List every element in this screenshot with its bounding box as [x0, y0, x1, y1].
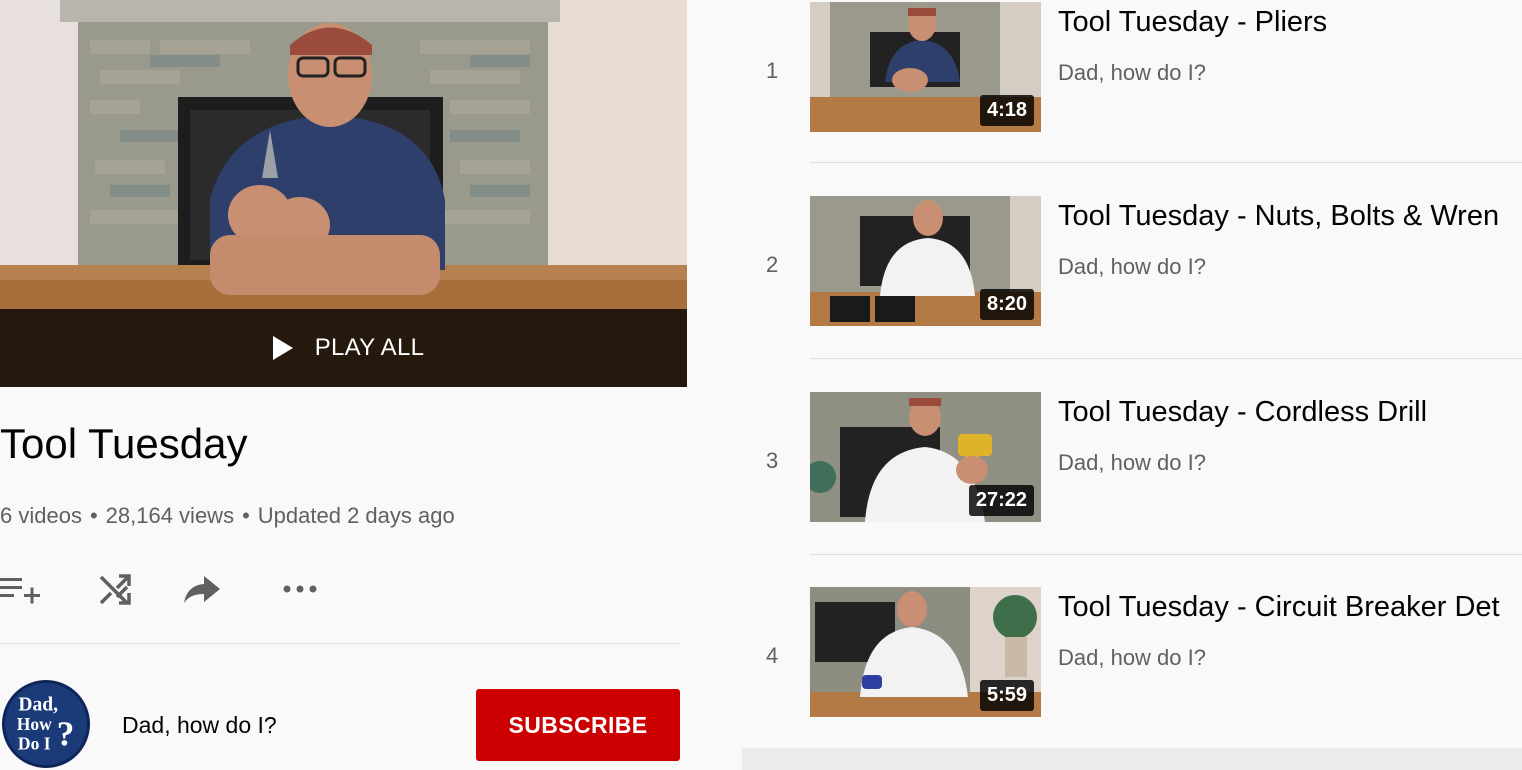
channel-avatar[interactable]: Dad, How Do I ?: [2, 680, 90, 768]
svg-text:Do I: Do I: [18, 733, 51, 753]
svg-text:How: How: [17, 714, 52, 734]
list-footer-strip: [742, 748, 1522, 770]
playlist-video-item[interactable]: 1 4:18 Tool Tuesday - Pliers Dad, how do…: [742, 2, 1522, 138]
video-channel[interactable]: Dad, how do I?: [1058, 645, 1206, 671]
video-channel[interactable]: Dad, how do I?: [1058, 254, 1206, 280]
play-all-bar[interactable]: PLAY ALL: [0, 309, 687, 387]
playlist-video-item[interactable]: 4 5:59 Tool Tuesday - Circuit Breaker De…: [742, 587, 1522, 723]
stats-separator: •: [89, 503, 98, 528]
video-index: 3: [766, 448, 779, 473]
add-to-queue-icon: [0, 578, 40, 604]
playlist-page: PLAY ALL Tool Tuesday 6 videos • 28,164 vi…: [0, 0, 1522, 770]
share-icon: [184, 576, 220, 603]
updated-time: Updated 2 days ago: [257, 503, 455, 528]
subscribe-button[interactable]: SUBSCRIBE: [476, 689, 680, 761]
video-duration: 8:20: [979, 289, 1034, 320]
playlist-actions: [0, 565, 400, 615]
channel-owner-row: Dad, How Do I ? Dad, how do I? SUBSCRIBE: [0, 676, 700, 770]
svg-text:?: ?: [57, 714, 75, 753]
channel-avatar-logo: Dad, How Do I ?: [6, 684, 86, 764]
play-all-label: PLAY ALL: [314, 334, 425, 361]
divider: [810, 358, 1522, 359]
play-icon: [272, 336, 293, 360]
video-duration: 27:22: [968, 485, 1034, 516]
playlist-stats: 6 videos • 28,164 views • Updated 2 days ago: [0, 503, 455, 529]
shuffle-button[interactable]: [91, 565, 139, 613]
video-title[interactable]: Tool Tuesday - Circuit Breaker Det: [1058, 591, 1500, 624]
playlist-video-item[interactable]: 2 8:20 Tool Tuesday - Nuts, Bolts & Wren…: [742, 196, 1522, 332]
share-button[interactable]: [178, 565, 226, 613]
video-duration: 5:59: [979, 680, 1034, 711]
playlist-video-item[interactable]: 3 27:22 Tool Tuesday - Cordless Drill Da…: [742, 392, 1522, 528]
video-count: 6 videos: [0, 503, 82, 528]
playlist-hero-thumbnail[interactable]: PLAY ALL: [0, 0, 687, 387]
playlist-video-list: 1 4:18 Tool Tuesday - Pliers Dad, how do…: [742, 0, 1522, 770]
video-duration: 4:18: [979, 95, 1034, 126]
video-thumbnail[interactable]: 5:59: [810, 587, 1041, 717]
divider: [810, 162, 1522, 163]
divider: [0, 643, 680, 644]
video-index: 1: [766, 58, 779, 83]
video-thumbnail[interactable]: 4:18: [810, 2, 1041, 132]
playlist-title: Tool Tuesday: [0, 420, 248, 467]
video-channel[interactable]: Dad, how do I?: [1058, 60, 1206, 86]
video-title[interactable]: Tool Tuesday - Cordless Drill: [1058, 396, 1427, 429]
view-count: 28,164 views: [105, 503, 235, 528]
add-to-queue-button[interactable]: [0, 565, 44, 613]
stats-separator: •: [242, 503, 250, 528]
svg-text:Dad,: Dad,: [18, 694, 58, 715]
video-title[interactable]: Tool Tuesday - Nuts, Bolts & Wren: [1058, 200, 1499, 233]
channel-name-link[interactable]: Dad, how do I?: [122, 712, 277, 739]
more-icon: [283, 585, 317, 593]
video-index: 4: [766, 643, 779, 668]
video-thumbnail[interactable]: 8:20: [810, 196, 1041, 326]
playlist-sidebar: PLAY ALL Tool Tuesday 6 videos • 28,164 vi…: [0, 0, 742, 770]
video-title[interactable]: Tool Tuesday - Pliers: [1058, 6, 1327, 39]
video-index: 2: [766, 252, 779, 277]
more-options-button[interactable]: [276, 565, 324, 613]
shuffle-icon: [99, 574, 131, 605]
video-channel[interactable]: Dad, how do I?: [1058, 450, 1206, 476]
divider: [810, 554, 1522, 555]
video-thumbnail[interactable]: 27:22: [810, 392, 1041, 522]
